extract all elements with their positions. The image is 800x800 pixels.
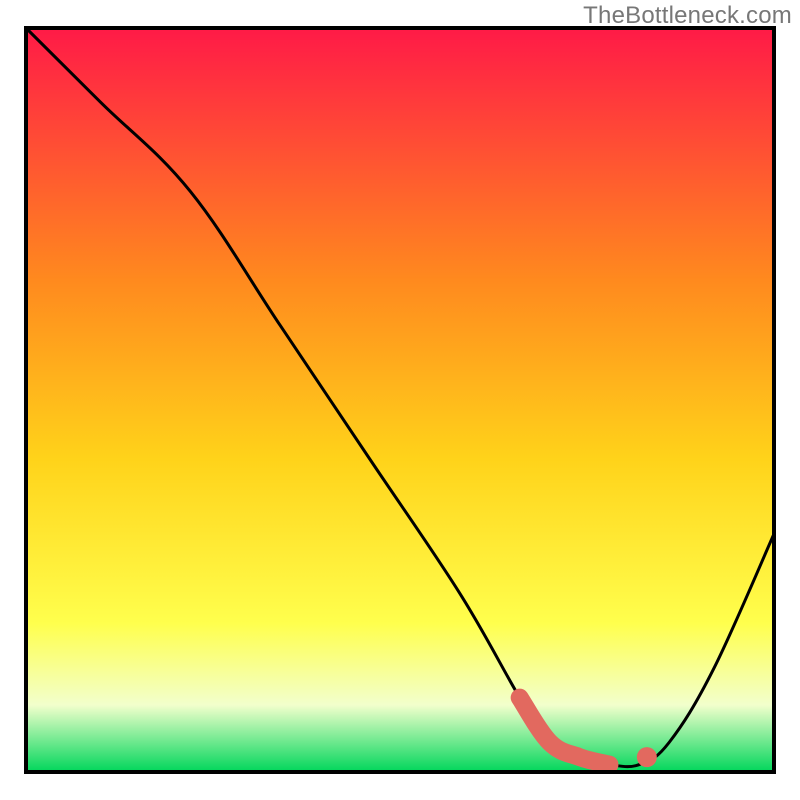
watermark-text: TheBottleneck.com: [583, 2, 792, 30]
bottleneck-chart: [0, 0, 800, 800]
plot-area: [26, 28, 774, 772]
optimal-point-marker: [637, 747, 657, 767]
